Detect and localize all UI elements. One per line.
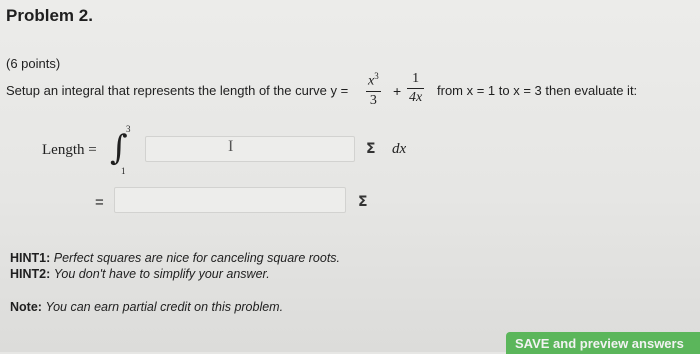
note-text: You can earn partial credit on this prob… xyxy=(45,300,284,314)
prompt-text: Setup an integral that represents the le… xyxy=(6,83,327,98)
problem-title: Problem 2. xyxy=(6,6,93,25)
integrand-input[interactable] xyxy=(145,136,355,162)
problem-page: Problem 2. (6 points) Setup an integral … xyxy=(0,0,700,354)
fraction-term1: x3 3 xyxy=(366,71,381,109)
equals-sign: = xyxy=(95,194,104,211)
save-preview-button[interactable]: SAVE and preview answers xyxy=(506,332,700,354)
integral-sign: ∫ xyxy=(110,128,128,168)
hint2-label: HINT2: xyxy=(10,267,51,281)
hint2-text: You don't have to simplify your answer. xyxy=(53,267,270,281)
length-label: Length = xyxy=(42,142,97,158)
fraction-term2: 1 4x xyxy=(407,71,425,106)
note-label: Note: xyxy=(10,300,42,314)
hint1-label: HINT1: xyxy=(10,251,51,265)
hints-block: HINT1: Perfect squares are nice for canc… xyxy=(10,250,340,282)
problem-points: (6 points) xyxy=(6,56,61,71)
interval-text: from x = 1 to x = 3 then evaluate it: xyxy=(437,83,638,98)
term2-numerator: 1 xyxy=(412,71,420,86)
term1-exponent: 3 xyxy=(374,71,379,81)
evaluated-answer-input[interactable] xyxy=(114,187,346,213)
text-cursor-icon: I xyxy=(228,138,234,155)
integral-upper-limit: 3 xyxy=(126,124,131,134)
equation-editor-icon-2[interactable]: Σ xyxy=(358,194,368,210)
note-block: Note: You can earn partial credit on thi… xyxy=(10,300,283,314)
equation-editor-icon[interactable]: Σ xyxy=(366,141,376,157)
problem-prompt: Setup an integral that represents the le… xyxy=(6,83,348,98)
plus-sign: + xyxy=(393,83,402,99)
term2-denominator: 4x xyxy=(409,90,423,105)
term1-denominator: 3 xyxy=(369,92,377,108)
hint1-text: Perfect squares are nice for canceling s… xyxy=(53,251,341,265)
curve-lhs: y = xyxy=(330,83,349,98)
integral-lower-limit: 1 xyxy=(121,166,126,176)
differential-label: dx xyxy=(392,141,407,157)
